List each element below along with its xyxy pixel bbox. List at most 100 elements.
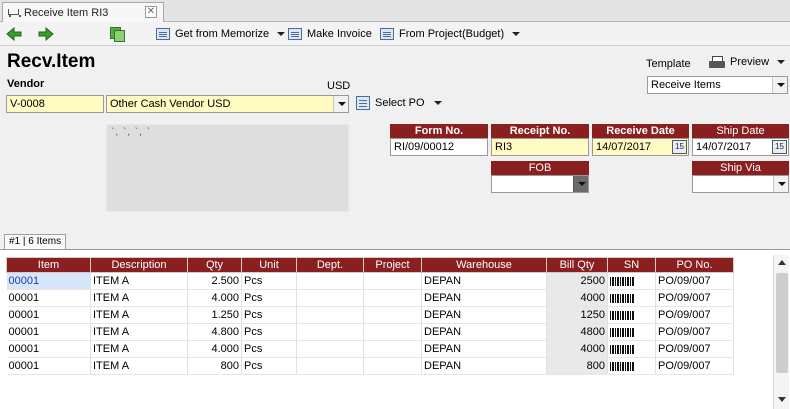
vendor-name-select[interactable]: Other Cash Vendor USD <box>106 95 349 113</box>
cell-sn[interactable] <box>607 272 656 290</box>
cell-sn[interactable] <box>607 323 656 341</box>
cell-po-no[interactable]: PO/09/007 <box>655 340 734 358</box>
cell-item[interactable]: 00001 <box>6 306 91 324</box>
tab-receive-item[interactable]: Receive Item RI3 ✕ <box>2 2 164 22</box>
make-invoice-button[interactable]: Make Invoice <box>288 25 372 43</box>
column-header[interactable]: Project <box>363 257 422 273</box>
chevron-down-icon[interactable] <box>573 176 588 192</box>
cell-qty[interactable]: 2.500 <box>187 272 242 290</box>
barcode-icon[interactable] <box>610 293 634 303</box>
copy-icon[interactable] <box>110 27 125 42</box>
barcode-icon[interactable] <box>610 276 634 286</box>
receive-date-field[interactable]: 14/07/2017 15 <box>592 138 689 156</box>
table-row[interactable]: 00001 ITEM A 1.250 Pcs DEPAN 1250 PO/09/… <box>6 306 734 324</box>
cell-dept[interactable] <box>296 289 364 307</box>
cell-warehouse[interactable]: DEPAN <box>421 289 547 307</box>
cell-unit[interactable]: Pcs <box>241 306 297 324</box>
cell-description[interactable]: ITEM A <box>90 306 188 324</box>
cell-project[interactable] <box>363 306 422 324</box>
chevron-down-icon[interactable] <box>772 77 787 93</box>
chevron-down-icon[interactable] <box>333 96 348 112</box>
cell-project[interactable] <box>363 272 422 290</box>
column-header[interactable]: Unit <box>241 257 297 273</box>
cell-description[interactable]: ITEM A <box>90 272 188 290</box>
column-header[interactable]: PO No. <box>655 257 734 273</box>
chevron-down-icon[interactable] <box>773 176 788 192</box>
vendor-code-field[interactable]: V-0008 <box>6 95 104 113</box>
cell-dept[interactable] <box>296 272 364 290</box>
cell-item[interactable]: 00001 <box>6 357 91 375</box>
cell-dept[interactable] <box>296 323 364 341</box>
cell-po-no[interactable]: PO/09/007 <box>655 289 734 307</box>
cell-dept[interactable] <box>296 340 364 358</box>
cell-warehouse[interactable]: DEPAN <box>421 323 547 341</box>
cell-warehouse[interactable]: DEPAN <box>421 340 547 358</box>
table-row[interactable]: 00001 ITEM A 2.500 Pcs DEPAN 2500 PO/09/… <box>6 272 734 290</box>
cell-project[interactable] <box>363 340 422 358</box>
column-header[interactable]: Bill Qty <box>546 257 608 273</box>
cell-warehouse[interactable]: DEPAN <box>421 306 547 324</box>
cell-qty[interactable]: 4.000 <box>187 289 242 307</box>
ship-via-select[interactable] <box>692 175 789 193</box>
cell-unit[interactable]: Pcs <box>241 289 297 307</box>
column-header[interactable]: Item <box>6 257 91 273</box>
table-row[interactable]: 00001 ITEM A 4.800 Pcs DEPAN 4800 PO/09/… <box>6 323 734 341</box>
column-header[interactable]: Dept. <box>296 257 364 273</box>
barcode-icon[interactable] <box>610 344 634 354</box>
grid-tab-items[interactable]: #1 | 6 Items <box>4 234 67 250</box>
column-header[interactable]: Qty <box>187 257 242 273</box>
scroll-down-icon[interactable] <box>774 392 789 407</box>
cell-unit[interactable]: Pcs <box>241 323 297 341</box>
vendor-address-box[interactable]: `, `, `, ` <box>106 124 349 212</box>
ship-date-field[interactable]: 14/07/2017 15 <box>692 138 789 156</box>
from-project-button[interactable]: From Project(Budget) <box>380 25 521 43</box>
cell-item[interactable]: 00001 <box>6 340 91 358</box>
cell-description[interactable]: ITEM A <box>90 357 188 375</box>
barcode-icon[interactable] <box>610 327 634 337</box>
calendar-icon[interactable]: 15 <box>772 140 787 154</box>
form-no-field[interactable]: RI/09/00012 <box>390 138 488 156</box>
grid-vertical-scrollbar[interactable] <box>773 255 789 409</box>
forward-arrow-icon[interactable] <box>38 27 54 41</box>
calendar-icon[interactable]: 15 <box>672 140 687 154</box>
cell-po-no[interactable]: PO/09/007 <box>655 272 734 290</box>
cell-sn[interactable] <box>607 306 656 324</box>
cell-warehouse[interactable]: DEPAN <box>421 357 547 375</box>
cell-po-no[interactable]: PO/09/007 <box>655 306 734 324</box>
cell-unit[interactable]: Pcs <box>241 357 297 375</box>
column-header[interactable]: Warehouse <box>421 257 547 273</box>
cell-dept[interactable] <box>296 357 364 375</box>
cell-description[interactable]: ITEM A <box>90 323 188 341</box>
cell-description[interactable]: ITEM A <box>90 340 188 358</box>
cell-po-no[interactable]: PO/09/007 <box>655 357 734 375</box>
close-icon[interactable]: ✕ <box>145 6 157 18</box>
column-header[interactable]: Description <box>90 257 188 273</box>
barcode-icon[interactable] <box>610 310 634 320</box>
table-row[interactable]: 00001 ITEM A 4.000 Pcs DEPAN 4000 PO/09/… <box>6 289 734 307</box>
preview-button[interactable]: Preview <box>709 53 786 71</box>
select-po-button[interactable]: Select PO <box>356 93 442 113</box>
table-row[interactable]: 00001 ITEM A 4.000 Pcs DEPAN 4000 PO/09/… <box>6 340 734 358</box>
fob-select[interactable] <box>491 175 589 193</box>
cell-qty[interactable]: 4.000 <box>187 340 242 358</box>
cell-sn[interactable] <box>607 357 656 375</box>
barcode-icon[interactable] <box>610 361 634 371</box>
cell-description[interactable]: ITEM A <box>90 289 188 307</box>
cell-po-no[interactable]: PO/09/007 <box>655 323 734 341</box>
cell-dept[interactable] <box>296 306 364 324</box>
cell-item[interactable]: 00001 <box>6 289 91 307</box>
get-from-memorize-button[interactable]: Get from Memorize <box>156 25 286 43</box>
cell-qty[interactable]: 800 <box>187 357 242 375</box>
cell-item[interactable]: 00001 <box>6 323 91 341</box>
receipt-no-field[interactable]: RI3 <box>491 138 589 156</box>
cell-unit[interactable]: Pcs <box>241 340 297 358</box>
cell-sn[interactable] <box>607 340 656 358</box>
cell-project[interactable] <box>363 289 422 307</box>
cell-project[interactable] <box>363 357 422 375</box>
table-row[interactable]: 00001 ITEM A 800 Pcs DEPAN 800 PO/09/007 <box>6 357 734 375</box>
cell-item[interactable]: 00001 <box>6 272 91 290</box>
cell-qty[interactable]: 4.800 <box>187 323 242 341</box>
cell-warehouse[interactable]: DEPAN <box>421 272 547 290</box>
scroll-up-icon[interactable] <box>774 255 789 270</box>
cell-sn[interactable] <box>607 289 656 307</box>
